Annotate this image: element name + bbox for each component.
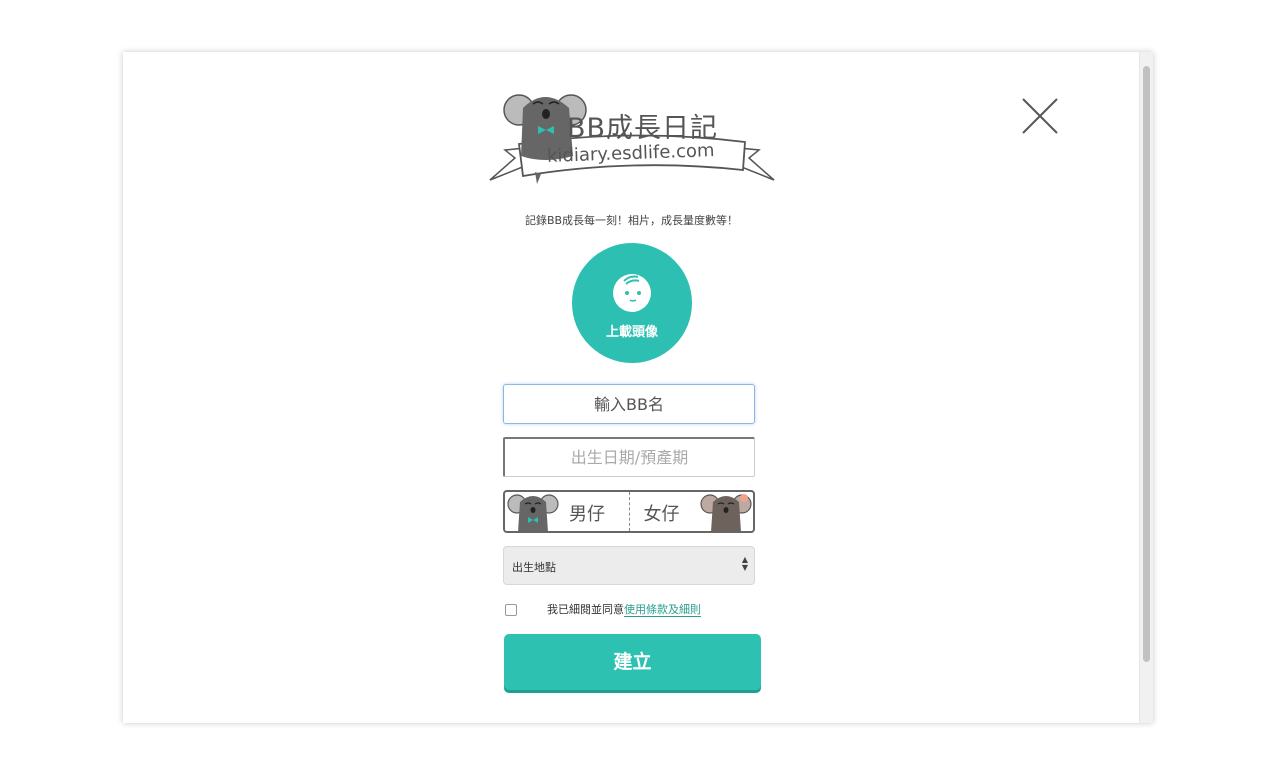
gender-boy-label: 男仔 xyxy=(569,504,605,525)
agree-text: 我已細閱並同意使用條款及細則 xyxy=(547,603,701,617)
koala-boy-icon xyxy=(507,494,559,531)
logo-title: BB成長日記 xyxy=(567,113,719,144)
birth-place-select[interactable]: 出生地點 ▲ ▼ xyxy=(503,546,755,585)
terms-checkbox[interactable] xyxy=(505,604,517,616)
baby-name-input[interactable] xyxy=(503,384,755,424)
create-baby-modal: BB成長日記 kidiary.esdlife.com 記錄BB成長每一刻！相片，… xyxy=(123,52,1153,723)
birth-place-value: 出生地點 xyxy=(512,561,556,574)
gender-girl-option[interactable]: 女仔 xyxy=(628,492,754,531)
app-logo: BB成長日記 kidiary.esdlife.com xyxy=(485,88,779,192)
create-button[interactable]: 建立 xyxy=(504,634,761,690)
gender-boy-option[interactable]: 男仔 xyxy=(505,492,629,531)
gender-selector: 男仔 女仔 xyxy=(503,490,755,533)
koala-girl-icon xyxy=(699,494,752,531)
close-icon xyxy=(1022,98,1058,134)
terms-agree-row: 我已細閱並同意使用條款及細則 xyxy=(505,601,765,619)
modal-scrollbar[interactable] xyxy=(1139,52,1153,723)
birth-date-input[interactable] xyxy=(503,437,755,477)
select-arrows-icon: ▲ ▼ xyxy=(741,555,748,572)
gender-girl-label: 女仔 xyxy=(643,504,680,525)
tagline: 記錄BB成長每一刻！相片，成長量度數等！ xyxy=(524,214,739,227)
upload-avatar-button[interactable]: 上載頭像 xyxy=(572,243,692,363)
close-button[interactable] xyxy=(1020,96,1060,136)
terms-link[interactable]: 使用條款及細則 xyxy=(624,603,701,617)
baby-face-icon xyxy=(613,274,651,312)
scrollbar-thumb[interactable] xyxy=(1143,66,1150,662)
upload-avatar-label: 上載頭像 xyxy=(605,325,658,340)
